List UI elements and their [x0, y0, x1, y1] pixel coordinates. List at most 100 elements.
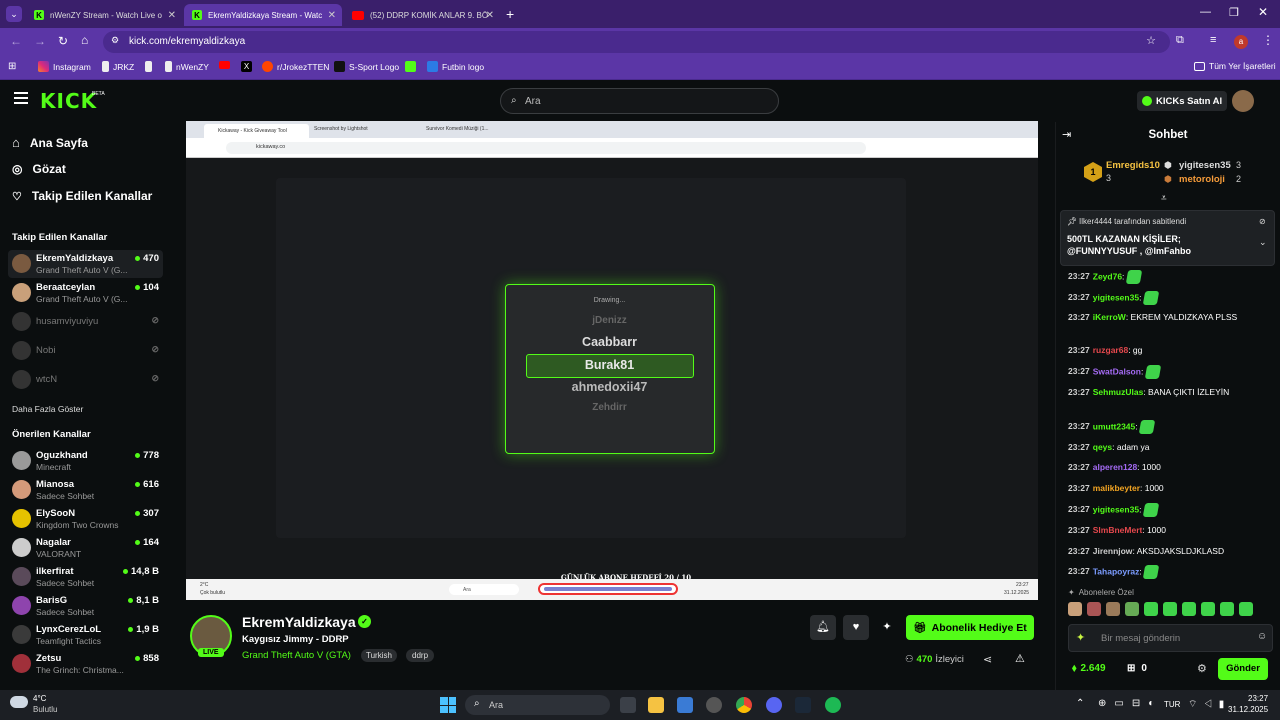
- emoji-picker-icon[interactable]: ☺: [1257, 631, 1267, 642]
- gift-subscription-button[interactable]: 🎁︎ Abonelik Hediye Et: [906, 615, 1034, 640]
- browser-menu-icon[interactable]: ⋮: [1262, 33, 1274, 47]
- close-tab-icon[interactable]: ✕: [486, 10, 494, 21]
- show-more-link[interactable]: Daha Fazla Göster: [12, 404, 83, 414]
- close-tab-icon[interactable]: ✕: [168, 10, 176, 21]
- recommended-channel-item[interactable]: LynxCerezLoL Teamfight Tactics 1,9 B: [8, 621, 163, 649]
- expand-leaderboard-icon[interactable]: ⩡: [1161, 193, 1167, 204]
- browser-tab[interactable]: K nWenZY Stream - Watch Live o ✕: [26, 4, 182, 26]
- new-tab-button[interactable]: +: [506, 6, 514, 22]
- followed-channel-item-offline[interactable]: Nobi ⊘: [8, 337, 163, 365]
- taskbar-search[interactable]: ⌕ Ara: [465, 695, 610, 715]
- windows-start-icon[interactable]: [440, 697, 456, 713]
- streamer-name[interactable]: EkremYaldizkaya: [242, 614, 356, 630]
- media-control-icon[interactable]: ≡: [1210, 34, 1216, 46]
- follow-heart-button[interactable]: ♥: [843, 615, 869, 640]
- message-username[interactable]: SlmBneMert: [1093, 525, 1143, 535]
- kick-logo[interactable]: KICK: [40, 89, 97, 113]
- followed-channel-item-offline[interactable]: wtcN ⊘: [8, 366, 163, 394]
- steam-icon[interactable]: [795, 697, 811, 713]
- tab-list-dropdown-button[interactable]: ⌄: [6, 6, 22, 22]
- spotify-icon[interactable]: [825, 697, 841, 713]
- home-browser-icon[interactable]: ⌂: [81, 33, 88, 47]
- followed-channel-item[interactable]: EkremYaldizkaya Grand Theft Auto V (G...…: [8, 250, 163, 278]
- sparkle-icon[interactable]: ✦: [876, 615, 898, 640]
- nav-browse[interactable]: ◎ Gözat: [12, 162, 66, 176]
- chat-input[interactable]: ✦ Bir mesaj gönderin ☺: [1068, 624, 1273, 652]
- emote-icon[interactable]: [1163, 602, 1177, 616]
- chrome-icon[interactable]: [736, 697, 752, 713]
- message-username[interactable]: Tahapoyraz: [1093, 566, 1140, 576]
- tray-chevron-icon[interactable]: ⌃: [1076, 698, 1084, 709]
- pinned-message[interactable]: 📌︎ Ilker4444 tarafından sabitlendi ⊘ 500…: [1060, 210, 1275, 266]
- message-username[interactable]: yigitesen35: [1093, 504, 1139, 514]
- emote-icon[interactable]: [1125, 602, 1139, 616]
- bookmark-instagram[interactable]: Instagram: [38, 61, 91, 72]
- message-username[interactable]: iKerroW: [1093, 312, 1126, 322]
- bookmark-blank[interactable]: [145, 61, 152, 72]
- network-sound-icons[interactable]: ⌔◁▮: [1188, 698, 1230, 711]
- tag-turkish[interactable]: Turkish: [361, 649, 397, 662]
- send-button[interactable]: Gönder: [1218, 658, 1268, 680]
- close-window-icon[interactable]: ✕: [1258, 5, 1268, 19]
- chat-settings-gear-icon[interactable]: ⚙: [1197, 662, 1207, 675]
- message-username[interactable]: alperen128: [1093, 462, 1137, 472]
- restore-window-icon[interactable]: ❐: [1229, 6, 1239, 19]
- close-tab-icon[interactable]: ✕: [328, 10, 336, 21]
- recommended-channel-item[interactable]: Zetsu The Grinch: Christma... 858: [8, 650, 163, 678]
- notification-bell-button[interactable]: 🔔︎: [810, 615, 836, 640]
- gift-count[interactable]: ⊞ 0: [1127, 663, 1147, 674]
- chevron-down-icon[interactable]: ⌄: [1259, 237, 1267, 248]
- bookmark-nwenzy[interactable]: nWenZY: [165, 61, 209, 72]
- message-username[interactable]: SehmuzUlas: [1093, 387, 1144, 397]
- bookmark-reddit[interactable]: r/JrokezTTEN: [262, 61, 329, 72]
- tag-ddrp[interactable]: ddrp: [406, 649, 435, 662]
- site-info-icon[interactable]: ⚙: [111, 35, 119, 46]
- recommended-channel-item[interactable]: BarisG Sadece Sohbet 8,1 B: [8, 592, 163, 620]
- recommended-channel-item[interactable]: ilkerfirat Sadece Sohbet 14,8 B: [8, 563, 163, 591]
- nav-home[interactable]: ⌂ Ana Sayfa: [12, 135, 88, 150]
- unpin-icon[interactable]: ⊘: [1259, 217, 1266, 226]
- emote-icon[interactable]: [1068, 602, 1082, 616]
- bookmark-jrkz[interactable]: JRKZ: [102, 61, 134, 72]
- bookmark-x[interactable]: X: [241, 61, 252, 72]
- emote-icon[interactable]: [1201, 602, 1215, 616]
- channel-points[interactable]: ⬧ 2.649: [1072, 663, 1106, 674]
- emote-icon[interactable]: [1106, 602, 1120, 616]
- emote-icon[interactable]: [1144, 602, 1158, 616]
- profile-avatar[interactable]: a: [1234, 35, 1248, 49]
- browser-tab[interactable]: (52) DDRP KOMİK ANLAR 9. BÖ ✕: [344, 4, 500, 26]
- bookmark-futbin[interactable]: Futbin logo: [427, 61, 484, 72]
- emote-icon[interactable]: [1087, 602, 1101, 616]
- extensions-icon[interactable]: ⧉: [1176, 34, 1184, 47]
- followed-channel-item[interactable]: Beraatceylan Grand Theft Auto V (G... 10…: [8, 279, 163, 307]
- bookmark-ssport[interactable]: S-Sport Logo: [334, 61, 399, 72]
- recommended-channel-item[interactable]: ElySooN Kingdom Two Crowns 307: [8, 505, 163, 533]
- category-link[interactable]: Grand Theft Auto V (GTA): [242, 650, 351, 661]
- app-icon[interactable]: [706, 697, 722, 713]
- emote-icon[interactable]: [1239, 602, 1253, 616]
- task-view-icon[interactable]: [620, 697, 636, 713]
- user-avatar[interactable]: [1232, 90, 1254, 112]
- browser-tab-active[interactable]: K EkremYaldizkaya Stream - Watc ✕: [184, 4, 342, 26]
- recommended-channel-item[interactable]: Mianosa Sadece Sohbet 616: [8, 476, 163, 504]
- hamburger-menu-icon[interactable]: [14, 92, 28, 104]
- message-username[interactable]: Zeyd76: [1093, 271, 1122, 281]
- nav-following[interactable]: ♡ Takip Edilen Kanallar: [12, 189, 152, 203]
- address-bar[interactable]: ⚙ kick.com/ekremyaldizkaya ☆: [103, 31, 1170, 53]
- reload-icon[interactable]: ↻: [58, 34, 68, 48]
- message-username[interactable]: qeys: [1093, 442, 1112, 452]
- bookmark-youtube[interactable]: [219, 61, 230, 69]
- message-username[interactable]: umutt2345: [1093, 421, 1136, 431]
- message-username[interactable]: yigitesen35: [1093, 292, 1139, 302]
- store-icon[interactable]: [677, 697, 693, 713]
- recommended-channel-item[interactable]: Nagalar VALORANT 164: [8, 534, 163, 562]
- kicks-buy-button[interactable]: KICKs Satın Al: [1137, 91, 1227, 111]
- file-explorer-icon[interactable]: [648, 697, 664, 713]
- report-warning-icon[interactable]: ⚠: [1015, 652, 1025, 665]
- message-username[interactable]: SwatDalson: [1093, 366, 1141, 376]
- back-arrow-icon[interactable]: ←: [10, 34, 22, 48]
- video-player[interactable]: Kickaway - Kick Giveaway Tool Screenshot…: [186, 121, 1038, 600]
- all-bookmarks[interactable]: Tüm Yer İşaretleri: [1194, 61, 1276, 71]
- followed-channel-item-offline[interactable]: husamviyuviyu ⊘: [8, 308, 163, 336]
- share-icon[interactable]: ⋖: [983, 653, 992, 666]
